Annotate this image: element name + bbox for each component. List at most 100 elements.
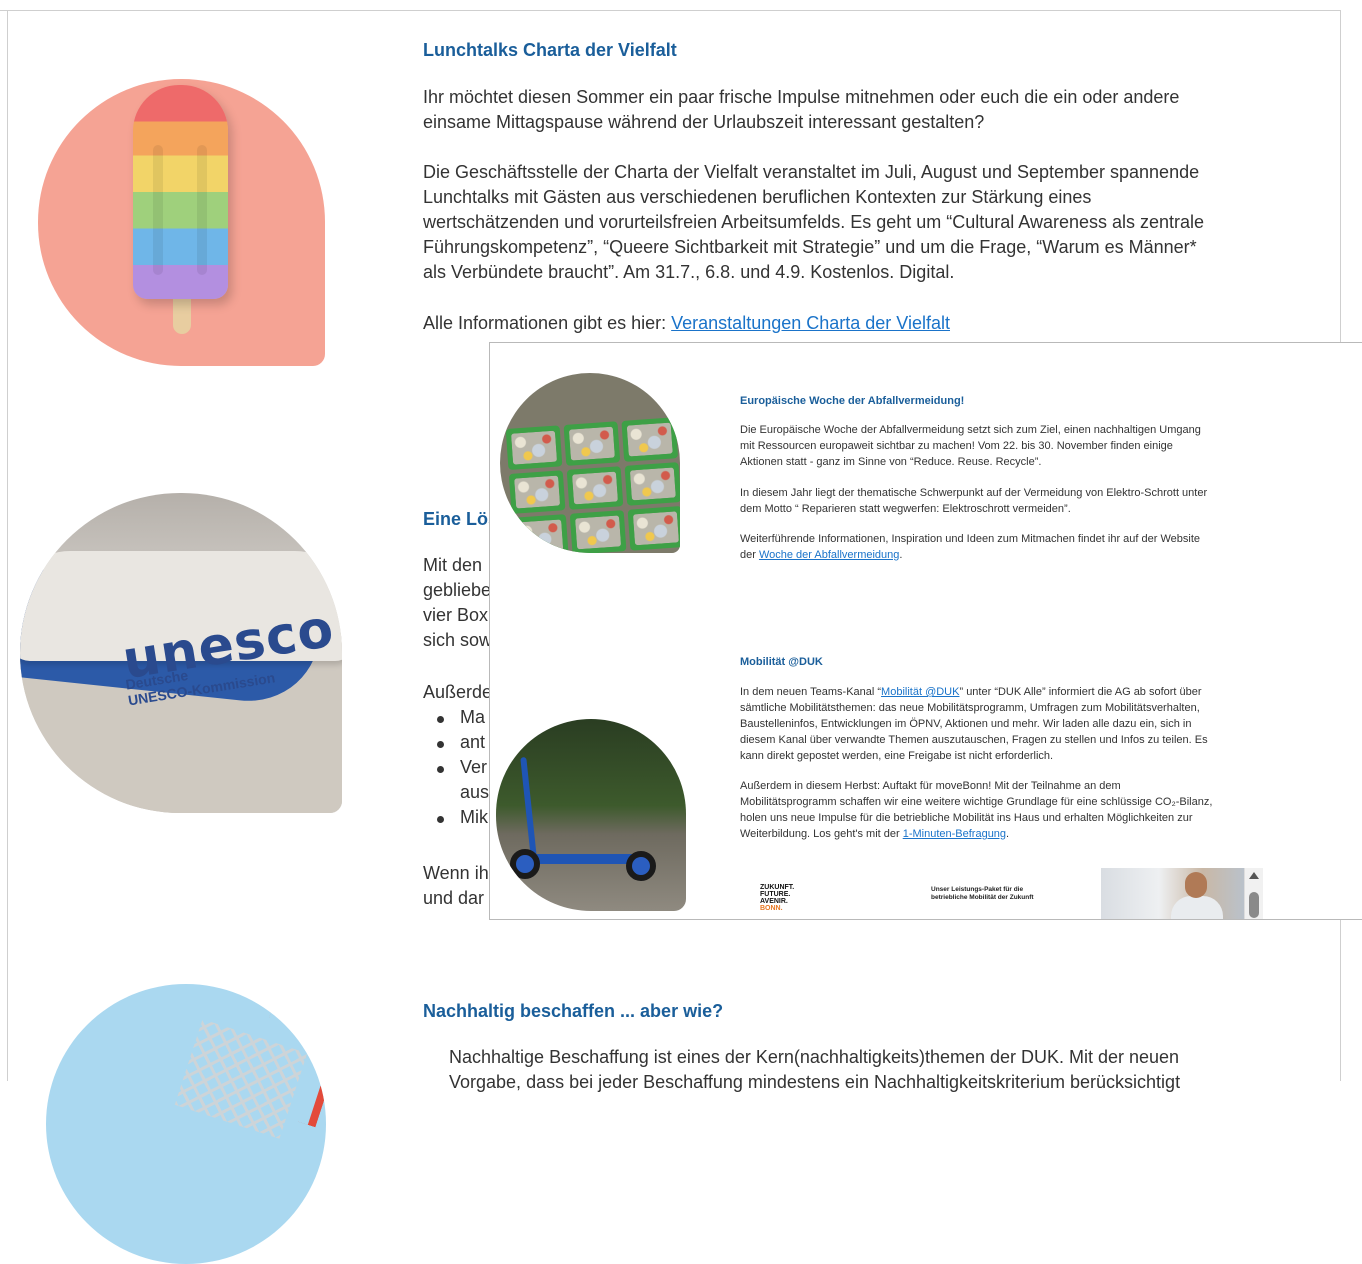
page-frame-left (7, 10, 8, 1081)
mobility-channel-link[interactable]: Mobilität @DUK (881, 686, 959, 698)
waste-week-paragraph-2: In diesem Jahr liegt der thematische Sch… (740, 485, 1207, 517)
text-line: Außerdem in diesem Herbst: Auftakt für m… (740, 780, 1121, 792)
lunchtalks-heading: Lunchtalks Charta der Vielfalt (423, 40, 677, 60)
recycling-bins-photo (500, 373, 680, 553)
text-suffix: . (1006, 828, 1010, 840)
overlay-scrollbar[interactable] (1244, 868, 1263, 919)
page-frame-right (1340, 10, 1341, 343)
text-line: Vorgabe, dass bei jeder Beschaffung mind… (449, 1072, 1181, 1092)
bin (505, 425, 563, 470)
text-line: als Verbündete braucht”. Am 31.7., 6.8. … (423, 262, 955, 282)
list-item: ant (460, 732, 486, 752)
text-suffix: . (899, 549, 903, 561)
logo-city: BONN. (760, 905, 783, 912)
person-head (1185, 872, 1207, 898)
mobility-paragraph-2: Außerdem in diesem Herbst: Auftakt für m… (740, 778, 1212, 842)
text-line: einsame Mittagspause während der Urlaubs… (423, 112, 985, 132)
bullet-dot (437, 741, 444, 748)
popsicle-groove (197, 145, 207, 275)
text-line: Mobilitätsprogramm schaffen wir eine wei… (740, 796, 1213, 808)
text-prefix: In dem neuen Teams-Kanal “ (740, 686, 882, 698)
newsletter-preview-overlay[interactable]: Europäische Woche der Abfallvermeidung! … (489, 342, 1362, 920)
text-line: Weiterführende Informationen, Inspiratio… (740, 533, 1201, 545)
waste-week-link[interactable]: Woche der Abfallvermeidung (759, 549, 899, 561)
list-item: Ver (460, 757, 488, 777)
boxes-heading: Eine Lös (423, 509, 499, 529)
lunchtalks-paragraph-2: Die Geschäftsstelle der Charta der Vielf… (423, 160, 1204, 285)
survey-link[interactable]: 1-Minuten-Befragung (903, 828, 1006, 840)
person-body (1171, 896, 1223, 919)
bin (624, 461, 680, 507)
lunchtalks-info: Alle Informationen gibt es hier: Veranst… (423, 311, 950, 336)
bin-grid (505, 417, 680, 553)
text-suffix: ” unter “DUK Alle” informiert die AG ab … (959, 686, 1202, 698)
boxes-intro: Außerde (423, 682, 493, 702)
scroll-up-arrow-icon[interactable] (1249, 872, 1259, 879)
zukunft-bonn-logo: ZUKUNFT. FUTURE. AVENIR. BONN. (760, 884, 794, 912)
text-prefix: Weiterbildung. Los geht's mit der (740, 828, 903, 840)
list-item: Ma (460, 707, 486, 727)
bin (508, 469, 566, 515)
text-line: wertschätzenden und vorurteilsfreien Arb… (423, 212, 1205, 232)
text-line: Die Europäische Woche der Abfallvermeidu… (740, 424, 1201, 436)
footer-tagline: Unser Leistungs-Paket für die betrieblic… (931, 886, 1034, 901)
text-line: In diesem Jahr liegt der thematische Sch… (740, 487, 1208, 499)
text-line: mit Ressourcen europaweit sichtbar zu ma… (740, 440, 1173, 452)
text-line: Die Geschäftsstelle der Charta der Vielf… (423, 162, 1200, 182)
scooter-wheel (510, 849, 540, 879)
bin (621, 417, 679, 462)
boxes-closing: Wenn ih und dar (423, 861, 489, 911)
page-frame-right-lower (1340, 918, 1341, 1081)
text-line: sich sow (423, 630, 493, 650)
e-scooter-photo (496, 719, 686, 911)
popsicle-icon (133, 85, 228, 299)
page-frame-top (0, 10, 1341, 11)
bullet-dot (437, 766, 444, 773)
text-line: vier Box (423, 605, 489, 625)
cyclist-photo (1101, 868, 1246, 919)
lunchtalks-paragraph-1: Ihr möchtet diesen Sommer ein paar frisc… (423, 85, 1179, 135)
boxes-bullet-list: Ma ant Ver aus Mik (460, 705, 489, 830)
info-prefix: Alle Informationen gibt es hier: (423, 313, 672, 333)
text-line: Aktionen statt - ganz im Sinne von “Redu… (740, 456, 1042, 468)
list-item: Mik (460, 807, 488, 827)
scooter-wheel (626, 851, 656, 881)
text-line: sämtliche Mobilitätsthemen: das neue Mob… (740, 702, 1200, 714)
bin (566, 465, 624, 511)
text-line: diesem Kanal über verwandte Themen auszu… (740, 734, 1208, 746)
text-line: holen uns neue Impulse für die betriebli… (740, 812, 1193, 824)
bin (627, 506, 680, 551)
list-item-continuation: aus (460, 782, 490, 802)
text-line: Ihr möchtet diesen Sommer ein paar frisc… (423, 87, 1180, 107)
text-line: dem Motto “ Reparieren statt wegwerfen: … (740, 503, 1071, 515)
procurement-heading: Nachhaltig beschaffen ... aber wie? (423, 1001, 724, 1021)
logo-text: ZUKUNFT. FUTURE. AVENIR. (760, 884, 795, 905)
text-line: Wenn ih (423, 863, 489, 883)
bin (511, 514, 569, 553)
text-line: Führungskompetenz”, “Queere Sichtbarkeit… (423, 237, 1197, 257)
text-line: Mit den (423, 555, 483, 575)
bullet-dot (437, 816, 444, 823)
shopping-cart-illustration (46, 984, 326, 1264)
text-line: gebliebe (423, 580, 492, 600)
boxes-paragraph: Mit den gebliebe vier Box sich sow (423, 553, 492, 653)
scrollbar-thumb[interactable] (1249, 892, 1259, 918)
text-line: Nachhaltige Beschaffung ist eines der Ke… (449, 1047, 1180, 1067)
mobility-heading: Mobilität @DUK (740, 656, 823, 668)
text-line: kann direkt gepostet werden, eine Freiga… (740, 750, 1054, 762)
charta-events-link[interactable]: Veranstaltungen Charta der Vielfalt (671, 313, 950, 333)
unesco-container-photo: unesco Deutsche UNESCO-Kommission (20, 493, 342, 813)
bin (563, 421, 621, 466)
waste-week-heading: Europäische Woche der Abfallvermeidung! (740, 395, 965, 407)
text-line: und dar (423, 888, 485, 908)
popsicle-groove (153, 145, 163, 275)
waste-week-paragraph-3: Weiterführende Informationen, Inspiratio… (740, 531, 1200, 563)
mobility-paragraph-1: In dem neuen Teams-Kanal “Mobilität @DUK… (740, 684, 1208, 764)
waste-week-paragraph-1: Die Europäische Woche der Abfallvermeidu… (740, 422, 1201, 470)
text-line: Baustelleninfos, Entwicklungen im ÖPNV, … (740, 718, 1192, 730)
procurement-paragraph: Nachhaltige Beschaffung ist eines der Ke… (449, 1045, 1180, 1095)
text-line: Lunchtalks mit Gästen aus verschiedenen … (423, 187, 1092, 207)
text-prefix: der (740, 549, 759, 561)
bin (569, 510, 627, 553)
bullet-dot (437, 716, 444, 723)
